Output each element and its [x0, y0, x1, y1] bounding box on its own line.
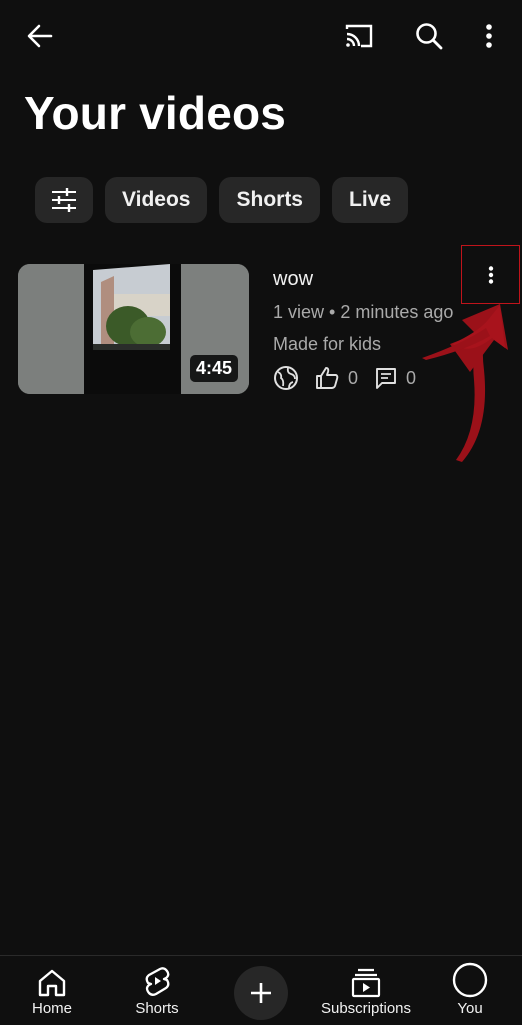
audience-label: Made for kids	[273, 334, 382, 354]
video-thumbnail[interactable]: 4:45	[18, 264, 249, 394]
create-button[interactable]	[234, 966, 288, 1020]
subscriptions-icon	[351, 968, 381, 998]
comment-icon	[376, 368, 396, 389]
search-button[interactable]	[410, 18, 448, 54]
filter-chips: Videos Shorts Live	[35, 177, 409, 223]
like-count: 0	[348, 367, 359, 388]
nav-home-label: Home	[31, 1000, 72, 1017]
video-stats: 0 0	[273, 365, 416, 391]
nav-shorts-label: Shorts	[135, 1000, 179, 1017]
annotation-arrow	[422, 304, 508, 462]
nav-subscriptions-label: Subscriptions	[320, 1000, 412, 1017]
more-vertical-icon	[486, 24, 492, 48]
shorts-icon	[145, 967, 170, 996]
duration-badge: 4:45	[189, 355, 238, 382]
more-vertical-icon	[488, 265, 493, 284]
thumbnail-image	[93, 264, 170, 350]
avatar-icon	[452, 962, 488, 998]
cast-icon	[345, 24, 373, 48]
nav-home[interactable]: Home	[22, 956, 82, 1025]
globe-icon	[274, 366, 298, 390]
search-icon	[416, 23, 443, 50]
comment-count: 0	[406, 367, 417, 388]
nav-you-label: You	[457, 1000, 483, 1017]
chip-videos[interactable]: Videos	[105, 177, 208, 223]
back-arrow-icon	[27, 24, 53, 48]
home-icon	[38, 969, 66, 997]
chip-live[interactable]: Live	[332, 177, 409, 223]
cast-button[interactable]	[340, 18, 378, 54]
chip-shorts[interactable]: Shorts	[219, 177, 320, 223]
video-more-button[interactable]	[461, 245, 520, 304]
filter-chip[interactable]	[35, 177, 93, 223]
back-button[interactable]	[22, 18, 58, 54]
page-title: Your videos	[24, 87, 287, 139]
more-options-button[interactable]	[474, 18, 504, 54]
video-meta: 1 view • 2 minutes ago	[273, 302, 454, 322]
filter-sliders-icon	[52, 188, 76, 212]
nav-shorts[interactable]: Shorts	[126, 956, 188, 1025]
nav-subscriptions[interactable]: Subscriptions	[316, 956, 416, 1025]
like-icon	[316, 367, 339, 389]
bottom-navigation: Home Shorts Subscriptions You	[0, 955, 522, 1025]
video-title[interactable]: wow	[273, 268, 313, 291]
plus-icon	[251, 983, 271, 1003]
nav-you[interactable]: You	[446, 956, 494, 1025]
